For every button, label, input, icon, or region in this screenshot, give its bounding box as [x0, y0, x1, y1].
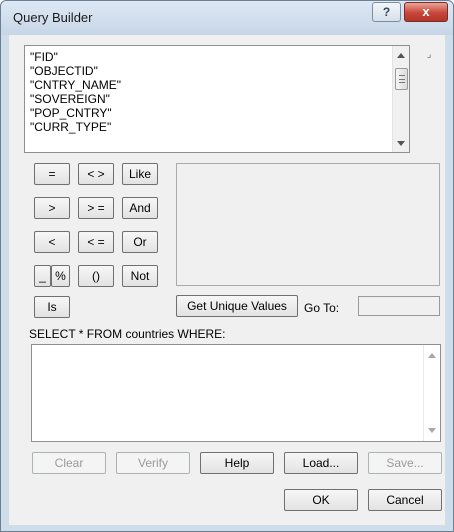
help-icon[interactable]: ?	[372, 2, 401, 22]
and-button[interactable]: And	[122, 197, 158, 219]
scroll-up-icon[interactable]	[397, 53, 405, 58]
ok-button[interactable]: OK	[284, 489, 358, 511]
title-bar: Query Builder ? x	[1, 1, 453, 35]
get-unique-values-button[interactable]: Get Unique Values	[176, 295, 298, 317]
equals-button[interactable]: =	[34, 163, 70, 185]
field-list[interactable]: "FID" "OBJECTID" "CNTRY_NAME" "SOVEREIGN…	[24, 45, 410, 153]
field-item[interactable]: "FID"	[30, 50, 121, 64]
percent-wildcard-button[interactable]: %	[51, 265, 70, 287]
unique-values-list[interactable]	[176, 163, 440, 286]
clear-button[interactable]: Clear	[32, 452, 106, 474]
scroll-thumb[interactable]	[395, 68, 408, 90]
resize-grip-icon[interactable]: ⌟	[427, 50, 436, 59]
field-item[interactable]: "CURR_TYPE"	[30, 120, 121, 134]
sql-scrollbar[interactable]	[423, 345, 440, 441]
less-than-button[interactable]: <	[34, 231, 70, 253]
field-list-scrollbar[interactable]	[392, 46, 409, 152]
verify-button[interactable]: Verify	[116, 452, 190, 474]
is-button[interactable]: Is	[34, 296, 70, 318]
not-button[interactable]: Not	[122, 265, 158, 287]
load-button[interactable]: Load...	[284, 452, 358, 474]
scroll-up-icon[interactable]	[428, 353, 436, 358]
save-button[interactable]: Save...	[368, 452, 442, 474]
sql-expression-box[interactable]	[31, 344, 441, 442]
greater-equal-button[interactable]: > =	[78, 197, 114, 219]
scroll-down-icon[interactable]	[428, 428, 436, 433]
underscore-wildcard-button[interactable]: _	[34, 265, 51, 287]
or-button[interactable]: Or	[122, 231, 158, 253]
greater-than-button[interactable]: >	[34, 197, 70, 219]
parentheses-button[interactable]: ()	[78, 265, 114, 287]
less-equal-button[interactable]: < =	[78, 231, 114, 253]
goto-input[interactable]	[358, 296, 440, 316]
close-icon[interactable]: x	[404, 2, 448, 22]
dialog-title: Query Builder	[13, 10, 93, 25]
help-button[interactable]: Help	[200, 452, 274, 474]
goto-label: Go To:	[304, 301, 340, 315]
field-item[interactable]: "OBJECTID"	[30, 64, 121, 78]
cancel-button[interactable]: Cancel	[368, 489, 442, 511]
field-item[interactable]: "POP_CNTRY"	[30, 106, 121, 120]
field-item[interactable]: "CNTRY_NAME"	[30, 78, 121, 92]
field-item[interactable]: "SOVEREIGN"	[30, 92, 121, 106]
like-button[interactable]: Like	[122, 163, 158, 185]
field-list-items: "FID" "OBJECTID" "CNTRY_NAME" "SOVEREIGN…	[30, 50, 121, 134]
scroll-down-icon[interactable]	[397, 141, 405, 146]
select-statement-label: SELECT * FROM countries WHERE:	[29, 327, 226, 341]
not-equal-button[interactable]: < >	[78, 163, 114, 185]
